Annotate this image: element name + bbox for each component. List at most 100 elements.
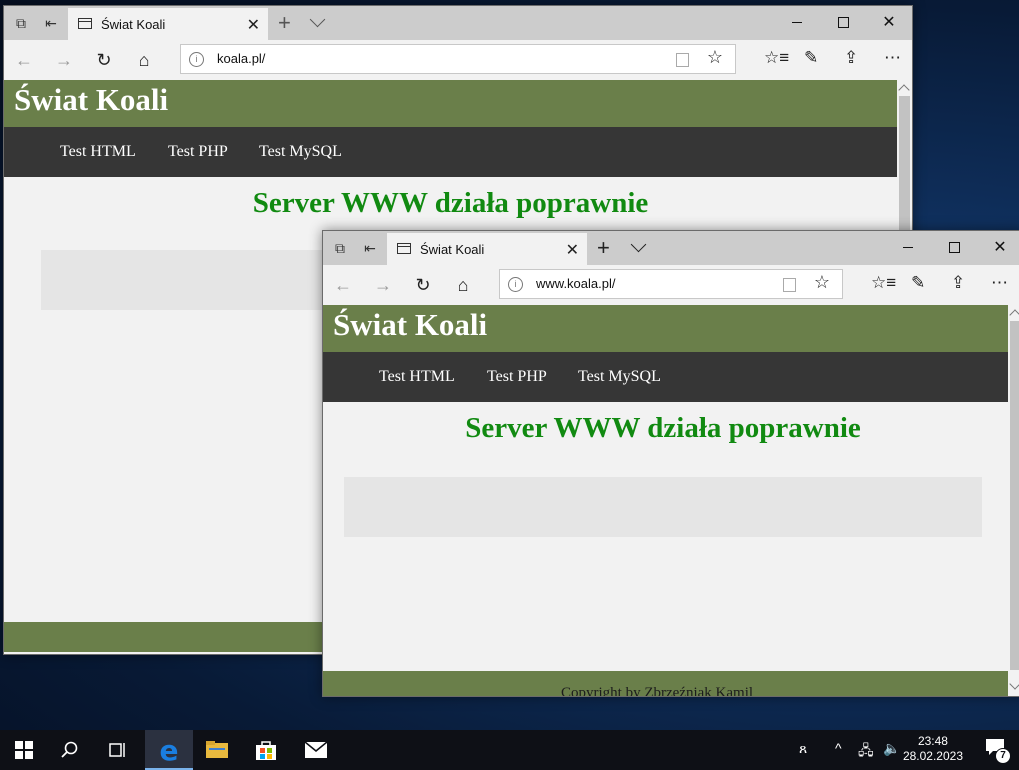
favorite-star-icon[interactable]: ☆ [814, 272, 830, 293]
tab-preview-icon[interactable]: ⧉ [12, 14, 30, 32]
maximize-button[interactable] [820, 6, 866, 40]
site-header: Świat Koali [4, 80, 897, 127]
back-arrow-icon[interactable]: ← [12, 48, 36, 72]
clock-time: 23:48 [917, 734, 948, 748]
site-footer: Copyright by Zbrzeźniak Kamil [323, 671, 1008, 696]
task-view-button[interactable] [94, 730, 142, 770]
file-explorer-button[interactable] [193, 730, 241, 770]
scroll-up-icon[interactable] [898, 84, 910, 96]
info-icon[interactable]: i [189, 52, 204, 67]
close-window-button[interactable]: ✕ [866, 6, 912, 40]
pen-icon[interactable]: ✎ [804, 48, 818, 68]
mail-button[interactable] [292, 730, 340, 770]
nav-test-mysql[interactable]: Test MySQL [578, 368, 661, 386]
forward-arrow-icon[interactable]: → [371, 273, 395, 297]
pen-icon[interactable]: ✎ [911, 273, 925, 293]
site-nav: Test HTML Test PHP Test MySQL [4, 127, 897, 177]
mail-icon [304, 741, 328, 758]
address-bar[interactable]: i www.koala.pl/ ☆ [499, 269, 843, 299]
favorites-list-icon[interactable]: ☆≡ [764, 48, 789, 68]
browser-toolbar: ← → ↻ ⌂ i www.koala.pl/ ☆ ☆≡ ✎ ⇪ ⋯ [323, 265, 1019, 306]
url-text: www.koala.pl/ [536, 276, 616, 291]
page-heading: Server WWW działa poprawnie [252, 187, 649, 219]
url-text: koala.pl/ [217, 51, 266, 66]
search-icon [61, 741, 78, 758]
home-icon[interactable]: ⌂ [451, 273, 475, 297]
tab-swiat-koali[interactable]: Świat Koali ✕ [387, 233, 587, 265]
chevron-down-icon[interactable] [309, 11, 326, 28]
clock-date: 28.02.2023 [902, 749, 963, 763]
tab-swiat-koali[interactable]: Świat Koali ✕ [68, 8, 268, 40]
clock[interactable]: 23:48 28.02.2023 [903, 734, 963, 764]
scrollbar[interactable] [1008, 305, 1019, 696]
more-icon[interactable]: ⋯ [991, 273, 1008, 293]
set-aside-tabs-icon[interactable]: ⇤ [361, 239, 379, 257]
windows-logo-icon [15, 741, 33, 759]
nav-test-php[interactable]: Test PHP [168, 143, 228, 161]
volume-icon[interactable]: 🔈 [883, 740, 900, 757]
close-window-button[interactable]: ✕ [977, 231, 1019, 265]
minimize-button[interactable] [885, 231, 931, 265]
reading-view-icon[interactable] [783, 278, 796, 292]
info-icon[interactable]: i [508, 277, 523, 292]
new-tab-icon[interactable]: + [597, 235, 610, 261]
search-button[interactable] [46, 730, 94, 770]
reading-view-icon[interactable] [676, 53, 689, 67]
tab-title: Świat Koali [101, 17, 166, 32]
edge-icon: e [159, 734, 179, 767]
folder-icon [206, 741, 228, 758]
store-icon [256, 741, 276, 760]
page-icon [397, 243, 411, 254]
forward-arrow-icon[interactable]: → [52, 48, 76, 72]
nav-test-html[interactable]: Test HTML [379, 368, 455, 386]
edge-app-button[interactable]: e [145, 730, 193, 770]
maximize-button[interactable] [931, 231, 977, 265]
address-bar[interactable]: i koala.pl/ ☆ [180, 44, 736, 74]
start-button[interactable] [0, 730, 48, 770]
tab-title: Świat Koali [420, 242, 485, 257]
people-icon[interactable]: ጸ [799, 740, 807, 757]
share-icon[interactable]: ⇪ [844, 48, 858, 68]
refresh-icon[interactable]: ↻ [92, 48, 116, 72]
more-icon[interactable]: ⋯ [884, 48, 901, 68]
nav-test-mysql[interactable]: Test MySQL [259, 143, 342, 161]
chevron-up-icon[interactable]: ^ [835, 740, 842, 756]
minimize-button[interactable] [774, 6, 820, 40]
title-bar: ⧉ ⇤ Świat Koali ✕ + ✕ [323, 231, 1019, 265]
tab-preview-icon[interactable]: ⧉ [331, 239, 349, 257]
share-icon[interactable]: ⇪ [951, 273, 965, 293]
set-aside-tabs-icon[interactable]: ⇤ [42, 14, 60, 32]
scroll-thumb[interactable] [1010, 321, 1019, 670]
task-view-icon [109, 743, 125, 757]
browser-window-front: ⧉ ⇤ Świat Koali ✕ + ✕ ← → ↻ ⌂ i www.koal… [322, 230, 1019, 697]
nav-test-php[interactable]: Test PHP [487, 368, 547, 386]
page-viewport: Świat Koali Test HTML Test PHP Test MySQ… [323, 305, 1008, 696]
refresh-icon[interactable]: ↻ [411, 273, 435, 297]
page-icon [78, 18, 92, 29]
site-nav: Test HTML Test PHP Test MySQL [323, 352, 1008, 402]
site-title: Świat Koali [14, 82, 169, 117]
favorite-star-icon[interactable]: ☆ [707, 47, 723, 68]
home-icon[interactable]: ⌂ [132, 48, 156, 72]
page-heading: Server WWW działa poprawnie [465, 412, 861, 444]
scroll-down-icon[interactable] [1009, 678, 1019, 690]
site-title: Świat Koali [333, 307, 488, 342]
close-tab-icon[interactable]: ✕ [566, 240, 579, 260]
chevron-down-icon[interactable] [630, 236, 647, 253]
back-arrow-icon[interactable]: ← [331, 273, 355, 297]
footer-text: Copyright by Zbrzeźniak Kamil [561, 685, 754, 696]
taskbar: e ጸ ^ 🖧 🔈 23:48 28.02.2023 7 [0, 730, 1019, 770]
browser-toolbar: ← → ↻ ⌂ i koala.pl/ ☆ ☆≡ ✎ ⇪ ⋯ [4, 40, 912, 81]
nav-test-html[interactable]: Test HTML [60, 143, 136, 161]
site-header: Świat Koali [323, 305, 1008, 352]
new-tab-icon[interactable]: + [278, 10, 291, 36]
title-bar: ⧉ ⇤ Świat Koali ✕ + ✕ [4, 6, 912, 40]
scroll-up-icon[interactable] [1009, 309, 1019, 321]
notification-count: 7 [995, 748, 1011, 764]
action-center-button[interactable]: 7 [985, 738, 1011, 764]
store-button[interactable] [242, 730, 290, 770]
content-box [344, 477, 982, 537]
close-tab-icon[interactable]: ✕ [247, 15, 260, 35]
network-icon[interactable]: 🖧 [858, 740, 874, 764]
favorites-list-icon[interactable]: ☆≡ [871, 273, 896, 293]
